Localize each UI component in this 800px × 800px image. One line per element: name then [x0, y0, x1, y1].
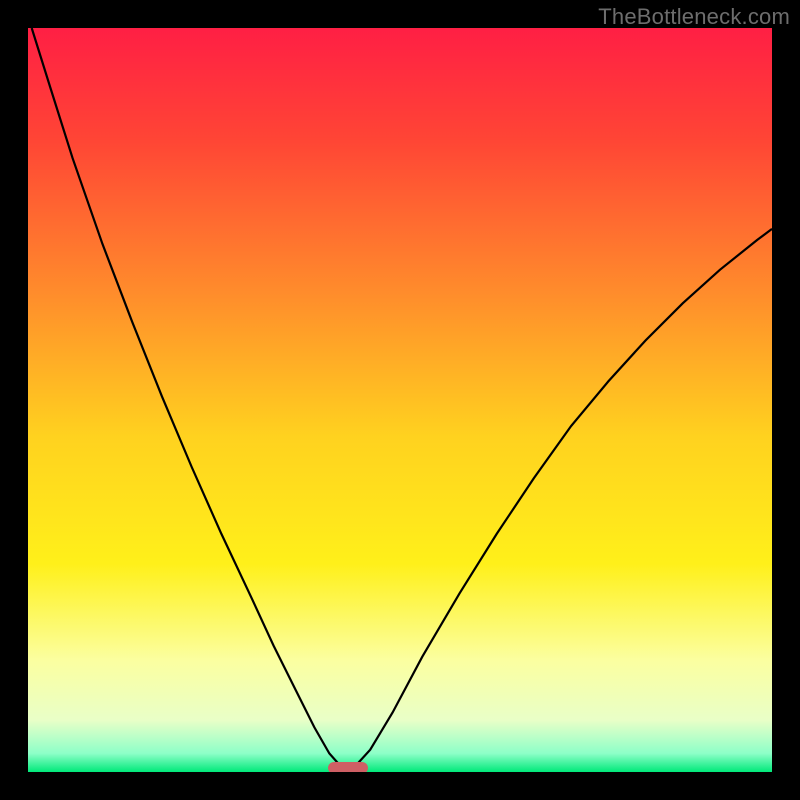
watermark-text: TheBottleneck.com	[598, 4, 790, 30]
chart-frame: TheBottleneck.com	[0, 0, 800, 800]
chart-background	[28, 28, 772, 772]
chart-plot-area	[28, 28, 772, 772]
optimal-marker	[328, 762, 368, 772]
chart-svg	[28, 28, 772, 772]
